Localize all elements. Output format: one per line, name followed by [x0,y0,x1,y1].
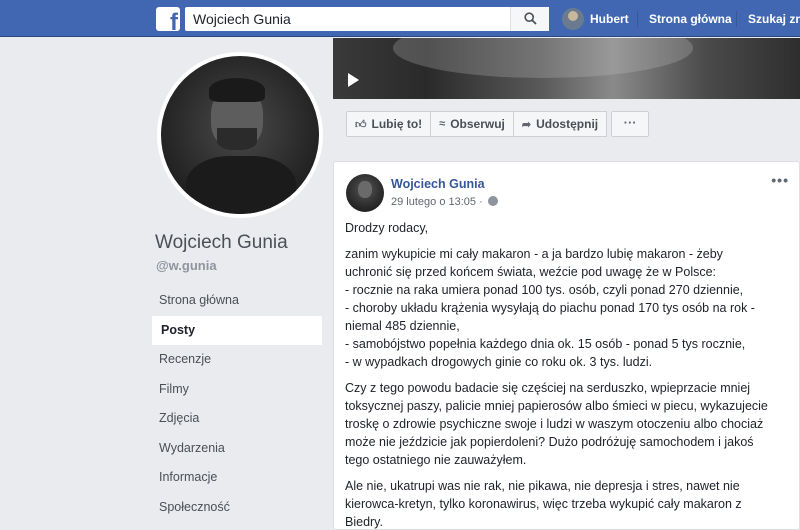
nav-item-posts[interactable]: Posty [150,315,322,345]
post-line: toksycznej paszy, palicie mniej papieros… [345,399,768,413]
post-line: - samobójstwo popełnia każdego dnia ok. … [345,337,746,351]
user-name: Hubert [590,12,629,26]
nav-item-home[interactable]: Strona główna [150,286,322,316]
divider [637,11,638,27]
page-actions: 👍︎ Lubię to! ≈ Obserwuj ➦ Udostępnij ··· [346,111,650,137]
facebook-logo[interactable]: f [156,7,180,31]
play-icon[interactable] [348,73,359,87]
search-button[interactable] [510,7,549,31]
page-nav: Strona główna Posty Recenzje Filmy Zdjęc… [150,286,322,522]
post-line: zanim wykupicie mi cały makaron - a ja b… [345,247,723,261]
nav-item-about[interactable]: Informacje [150,463,322,493]
post-date: 29 lutego o 13:05 · [391,196,483,208]
page-handle[interactable]: @w.gunia [156,258,217,273]
post-line: - w wypadkach drogowych ginie co roku ok… [345,355,653,369]
post-card: Wojciech Gunia 29 lutego o 13:05 · ••• D… [333,161,800,530]
post-line: niemal 485 dziennie, [345,319,460,333]
facebook-logo-letter: f [170,9,178,32]
cover-video[interactable] [333,38,800,99]
thumbs-up-icon: 👍︎ [355,118,367,131]
post-line: kierowca-kretyn, tylko koronawirus, więc… [345,497,742,511]
post-line: - rocznie na raka umiera ponad 100 tys. … [345,283,744,297]
like-label: Lubię to! [371,117,423,131]
post-line: tego ostatniego nie zauważyłem. [345,453,527,467]
profile-picture[interactable] [157,52,323,218]
share-label: Udostępnij [536,117,599,131]
share-icon: ➦ [521,118,532,131]
user-avatar [562,8,584,30]
post-line: Czy z tego powodu badacie się częściej n… [345,381,751,395]
post-menu-button[interactable]: ••• [771,172,789,188]
nav-item-reviews[interactable]: Recenzje [150,345,322,375]
nav-item-community[interactable]: Społeczność [150,493,322,523]
more-options-button[interactable]: ··· [611,111,650,137]
profile-photo [161,56,319,214]
post-paragraph-2: Czy z tego powodu badacie się częściej n… [345,379,785,469]
post-text: Drodzy rodacy, zanim wykupicie mi cały m… [345,219,785,530]
post-author-avatar[interactable] [346,174,384,212]
top-bar: f Hubert Strona główna Szukaj zn [0,0,800,37]
post-greeting: Drodzy rodacy, [345,221,429,235]
nav-item-videos[interactable]: Filmy [150,375,322,405]
post-author-name[interactable]: Wojciech Gunia [391,177,485,191]
post-line: Biedry. [345,515,383,529]
post-timestamp[interactable]: 29 lutego o 13:05 · [391,196,498,208]
post-line: uchronić się przed końcem świata, weźcie… [345,265,717,279]
post-paragraph-3: Ale nie, ukatrupi was nie rak, nie pikaw… [345,477,785,530]
page-name: Wojciech Gunia [155,232,288,253]
nav-item-events[interactable]: Wydarzenia [150,434,322,464]
share-button[interactable]: ➦ Udostępnij [513,111,608,137]
search-icon [524,12,537,25]
post-line: Ale nie, ukatrupi was nie rak, nie pikaw… [345,479,740,493]
search-box [185,7,549,31]
follow-button[interactable]: ≈ Obserwuj [431,111,514,137]
rss-icon: ≈ [439,118,446,130]
follow-label: Obserwuj [450,117,505,131]
nav-item-photos[interactable]: Zdjęcia [150,404,322,434]
post-line: troskę o zdrowie psychiczne swoje i ludz… [345,417,764,431]
post-line: może nie jeździcie jak popierdoleni? Duż… [345,435,754,449]
divider [736,11,737,27]
nav-find-friends-link[interactable]: Szukaj zn [748,12,800,26]
globe-icon [487,196,498,206]
like-button[interactable]: 👍︎ Lubię to! [346,111,432,137]
post-line: - choroby układu krążenia wysyłają do pi… [345,301,755,315]
post-paragraph-1: zanim wykupicie mi cały makaron - a ja b… [345,245,785,371]
search-input[interactable] [185,7,510,31]
nav-home-link[interactable]: Strona główna [649,12,732,26]
